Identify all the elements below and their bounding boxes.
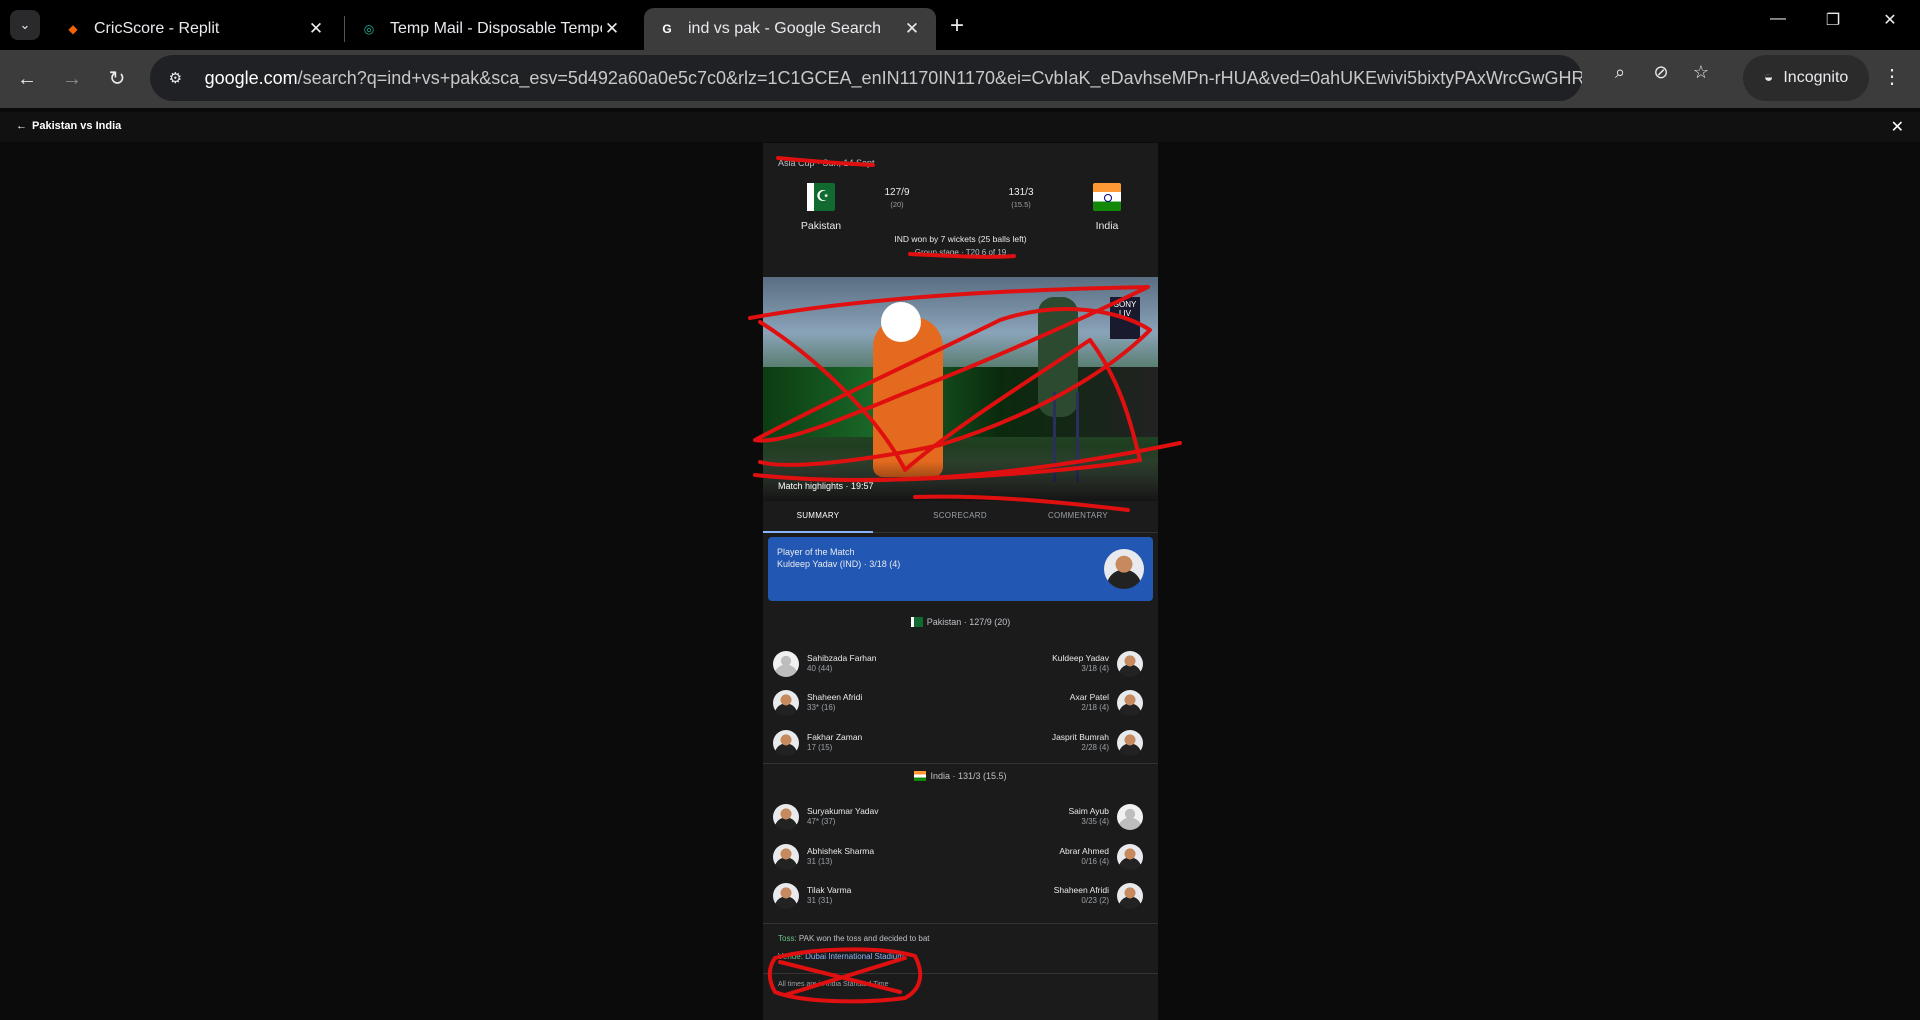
venue-info: Venue: Dubai International Stadium (778, 952, 904, 961)
match-tabs: SUMMARY SCORECARD COMMENTARY (763, 501, 1158, 533)
tab-commentary[interactable]: COMMENTARY (1023, 501, 1133, 533)
batter-row[interactable]: Sahibzada Farhan 40 (44) (763, 651, 953, 681)
restore-button[interactable]: ❐ (1818, 10, 1848, 30)
divider (763, 923, 1158, 924)
arrow-left-icon: ← (16, 120, 27, 132)
video-frame-board (763, 367, 1158, 437)
tab-search-button[interactable]: ⌄ (10, 10, 40, 40)
replit-icon: ◆ (68, 22, 78, 36)
series-info: Asia Cup · Sun, 14 Sept (778, 158, 875, 168)
india-flag-icon (914, 771, 927, 781)
bowler-row[interactable]: Abrar Ahmed 0/16 (4) (963, 844, 1153, 874)
menu-icon[interactable]: ⋮ (1882, 64, 1902, 89)
close-tab-icon[interactable]: ✕ (902, 19, 922, 39)
browser-toolbar: ← → ↻ ⚙ google.com/search?q=ind+vs+pak&s… (0, 50, 1920, 108)
avatar (1117, 730, 1143, 756)
close-tab-icon[interactable]: ✕ (602, 19, 622, 39)
back-button[interactable]: ← (12, 64, 42, 94)
chevron-down-icon: ⌄ (19, 17, 31, 32)
avatar (773, 730, 799, 756)
video-label: Match highlights · 19:57 (778, 481, 874, 491)
bowler-row[interactable]: Saim Ayub 3/35 (4) (963, 804, 1153, 834)
tab-cricscore[interactable]: ◆ CricScore - Replit ✕ (50, 8, 340, 50)
close-window-button[interactable]: ✕ (1875, 10, 1905, 30)
match-result: IND won by 7 wickets (25 balls left) (894, 234, 1027, 244)
incognito-icon: ◒ (1763, 69, 1774, 86)
toss-info: Toss: PAK won the toss and decided to ba… (778, 934, 930, 943)
player-of-the-match[interactable]: Player of the Match Kuldeep Yadav (IND) … (768, 537, 1153, 601)
batter-row[interactable]: Fakhar Zaman 17 (15) (763, 730, 953, 760)
batter-row[interactable]: Suryakumar Yadav 47* (37) (763, 804, 953, 834)
site-info-icon[interactable]: ⚙ (160, 62, 191, 94)
google-icon: G (662, 22, 672, 36)
pakistan-flag-icon (807, 183, 835, 211)
avatar (1117, 651, 1143, 677)
bowler-row[interactable]: Jasprit Bumrah 2/28 (4) (963, 730, 1153, 760)
bowler-row[interactable]: Shaheen Afridi 0/23 (2) (963, 883, 1153, 913)
timezone-note: All times are in India Standard Time (778, 981, 889, 988)
avatar (773, 690, 799, 716)
avatar (773, 651, 799, 677)
avatar (1117, 804, 1143, 830)
team-pakistan[interactable]: Pakistan (781, 183, 861, 232)
pakistan-flag-icon (910, 617, 923, 627)
close-panel-icon[interactable]: ✕ (1891, 117, 1904, 137)
bowler-row[interactable]: Axar Patel 2/18 (4) (963, 690, 1153, 720)
india-flag-icon (1093, 183, 1121, 211)
avatar (1117, 690, 1143, 716)
incognito-badge[interactable]: ◒ Incognito (1743, 55, 1869, 101)
minimize-button[interactable]: — (1763, 10, 1793, 28)
innings-header: Pakistan · 127/9 (20) (763, 617, 1158, 627)
divider (763, 973, 1158, 974)
tab-summary[interactable]: SUMMARY (763, 501, 873, 533)
team-india[interactable]: India (1067, 183, 1147, 232)
highlights-video[interactable]: SONY LIV Match highlights · 19:57 (763, 277, 1158, 501)
tab-separator (344, 16, 345, 42)
tracking-protection-icon[interactable]: ⊘ (1649, 62, 1673, 83)
avatar (1117, 883, 1143, 909)
batter-row[interactable]: Abhishek Sharma 31 (13) (763, 844, 953, 874)
avatar (773, 883, 799, 909)
avatar (773, 844, 799, 870)
forward-button[interactable]: → (57, 64, 87, 94)
reload-button[interactable]: ↻ (102, 64, 132, 94)
batter-row[interactable]: Shaheen Afridi 33* (16) (763, 690, 953, 720)
video-frame-batter (873, 317, 943, 477)
avatar (1117, 844, 1143, 870)
tab-scorecard[interactable]: SCORECARD (905, 501, 1015, 533)
divider (763, 763, 1158, 764)
side-panel-header: ← Pakistan vs India ✕ (0, 112, 1920, 142)
tab-temp-mail[interactable]: ◎ Temp Mail - Disposable Tempor ✕ (346, 8, 636, 50)
avatar (1104, 549, 1144, 589)
tab-strip: ⌄ ◆ CricScore - Replit ✕ ◎ Temp Mail - D… (0, 0, 1920, 50)
bowler-row[interactable]: Kuldeep Yadav 3/18 (4) (963, 651, 1153, 681)
team2-score: 131/3 (15.5) (1008, 187, 1034, 209)
new-tab-button[interactable]: + (950, 12, 964, 40)
close-tab-icon[interactable]: ✕ (306, 19, 326, 39)
avatar (773, 804, 799, 830)
address-bar[interactable]: ⚙ google.com/search?q=ind+vs+pak&sca_esv… (150, 55, 1582, 101)
match-card: Asia Cup · Sun, 14 Sept Pakistan 127/9 (… (763, 143, 1158, 1020)
innings-header: India · 131/3 (15.5) (763, 771, 1158, 781)
tab-google-search[interactable]: G ind vs pak - Google Search ✕ (644, 8, 936, 50)
temp-mail-icon: ◎ (363, 22, 375, 36)
bookmark-star-icon[interactable]: ☆ (1689, 62, 1713, 83)
match-stage: Group stage · T20 6 of 19 (914, 248, 1007, 257)
zoom-icon[interactable]: ⌕ (1608, 62, 1632, 83)
back-to-results-link[interactable]: ← Pakistan vs India (16, 120, 121, 132)
batter-row[interactable]: Tilak Varma 31 (31) (763, 883, 953, 913)
video-frame-helmet (881, 302, 921, 342)
url-text[interactable]: google.com/search?q=ind+vs+pak&sca_esv=5… (205, 68, 1582, 89)
broadcaster-logo: SONY LIV (1110, 297, 1140, 339)
team1-score: 127/9 (20) (884, 187, 910, 209)
